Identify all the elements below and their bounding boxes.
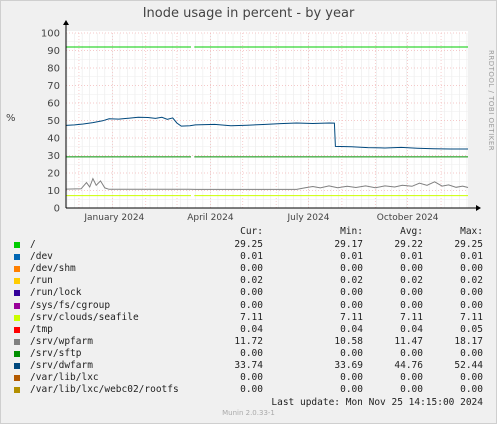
legend-row: /sys/fs/cgroup 0.00 0.00 0.00 0.00 (0, 300, 497, 312)
legend-max-value: 0.01 (460, 251, 483, 263)
legend-label: /sys/fs/cgroup (30, 299, 111, 311)
legend-swatch (14, 242, 20, 248)
legend-swatch (14, 350, 20, 357)
legend-cur-value: 0.00 (240, 299, 263, 311)
legend-swatch (14, 338, 20, 345)
legend-cur-value: 0.04 (240, 323, 263, 335)
legend-row: /srv/sftp 0.00 0.00 0.00 0.00 (0, 348, 497, 360)
legend-swatch (14, 290, 20, 297)
legend-swatch (14, 254, 20, 261)
legend-label: /var/lib/lxc (30, 372, 99, 384)
legend-row: /dev 0.01 0.01 0.01 0.01 (0, 251, 497, 263)
legend-swatch (14, 326, 20, 333)
legend-label: / (30, 239, 36, 250)
legend-swatch (14, 278, 20, 285)
legend-row: /run 0.02 0.02 0.02 0.02 (0, 275, 497, 287)
x-tick-label: January 2024 (83, 213, 144, 223)
legend-label: /dev/shm (30, 263, 76, 275)
legend-max-value: 0.00 (460, 287, 483, 299)
legend-max-value: 0.02 (460, 275, 483, 287)
legend-cur-value: 29.25 (234, 239, 263, 250)
y-tick-label: 60 (47, 99, 60, 110)
legend-cur-value: 0.01 (240, 251, 263, 263)
y-tick-label: 10 (47, 186, 60, 197)
munin-version: Munin 2.0.33-1 (222, 409, 275, 417)
legend-cur-value: 0.00 (240, 384, 263, 396)
legend-max-value: 29.25 (454, 239, 483, 250)
legend-label: /tmp (30, 323, 53, 335)
legend-row: /srv/dwfarm 33.74 33.69 44.76 52.44 (0, 360, 497, 372)
legend-cur-value: 11.72 (234, 335, 263, 347)
legend-cur-value: 33.74 (234, 360, 263, 371)
legend-max-value: 18.17 (454, 335, 483, 347)
legend-row: /29.25 29.17 29.22 29.25 (0, 239, 497, 251)
y-tick-label: 50 (47, 116, 60, 127)
x-tick-label: October 2024 (377, 213, 439, 223)
legend-label: /run/lock (30, 287, 82, 299)
x-axis-arrow (476, 205, 481, 211)
legend-swatch (14, 363, 20, 369)
legend-cur-value: 7.11 (240, 311, 263, 323)
legend-row: /var/lib/lxc 0.00 0.00 0.00 0.00 (0, 372, 497, 384)
legend-row: /srv/clouds/seafile 7.11 7.11 7.11 7.11 (0, 312, 497, 324)
legend-label: /srv/sftp (30, 347, 82, 359)
legend-max-value: 7.11 (460, 311, 483, 323)
y-tick-label: 20 (47, 169, 60, 180)
legend-swatch (14, 375, 20, 382)
col-max-header: Max: (460, 226, 483, 237)
y-axis-arrow (63, 20, 69, 25)
y-tick-label: 90 (47, 46, 60, 57)
legend-swatch (14, 266, 20, 273)
col-cur-header: Cur: (240, 226, 263, 237)
x-tick-label: July 2024 (287, 213, 330, 223)
legend-max-value: 0.05 (460, 323, 483, 335)
y-tick-label: 70 (47, 81, 60, 92)
y-tick-label: 40 (47, 134, 60, 145)
legend-cur-value: 0.00 (240, 372, 263, 384)
legend-max-value: 0.00 (460, 347, 483, 359)
legend-swatch (14, 302, 20, 309)
legend-label: /srv/clouds/seafile (30, 311, 139, 323)
inode-chart: 0 10 20 30 40 50 60 70 80 90 100 January 2024 April … (41, 20, 481, 223)
legend-max-value: 52.44 (454, 360, 483, 371)
legend-cur-value: 0.00 (240, 263, 263, 275)
legend-header: Cur: Min: Avg: Max: (0, 226, 497, 238)
legend-max-value: 0.00 (460, 263, 483, 275)
legend-row: /var/lib/lxc/webc02/rootfs 0.00 0.00 0.00 0.… (0, 384, 497, 396)
last-update: Last update: Mon Nov 25 14:15:00 2024 (271, 397, 483, 408)
legend-row: /dev/shm 0.00 0.00 0.00 0.00 (0, 263, 497, 275)
legend-label: /var/lib/lxc/webc02/rootfs (30, 384, 179, 396)
legend-label: /srv/wpfarm (30, 335, 93, 347)
legend-row: /run/lock 0.00 0.00 0.00 0.00 (0, 287, 497, 299)
legend-max-value: 0.00 (460, 299, 483, 311)
y-tick-label: 100 (41, 29, 60, 40)
y-tick-label: 30 (47, 151, 60, 162)
legend-swatch (14, 387, 20, 394)
y-tick-label: 80 (47, 64, 60, 75)
x-tick-label: April 2024 (187, 213, 234, 223)
legend-row: /srv/wpfarm 11.72 10.58 11.47 18.17 (0, 336, 497, 348)
legend-label: /srv/dwfarm (30, 360, 93, 371)
y-tick-label: 0 (54, 204, 60, 215)
legend-cur-value: 0.02 (240, 275, 263, 287)
legend-swatch (14, 314, 20, 321)
legend-row: /tmp 0.04 0.04 0.04 0.05 (0, 324, 497, 336)
legend-cur-value: 0.00 (240, 347, 263, 359)
legend-cur-value: 0.00 (240, 287, 263, 299)
legend-max-value: 0.00 (460, 384, 483, 396)
legend-label: /run (30, 275, 53, 287)
legend-max-value: 0.00 (460, 372, 483, 384)
legend-label: /dev (30, 251, 53, 263)
